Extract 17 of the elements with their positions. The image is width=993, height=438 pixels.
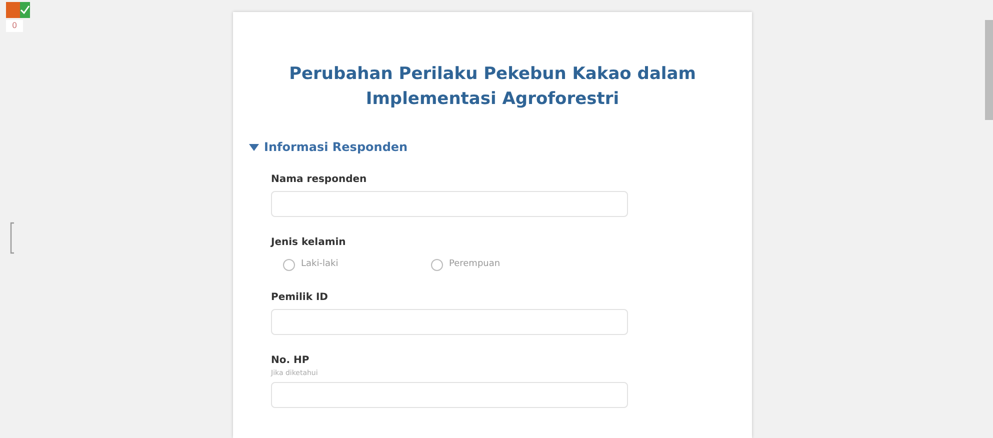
input-field[interactable]: [271, 191, 628, 217]
radio-button[interactable]: [431, 258, 443, 271]
section-header[interactable]: Informasi Responden: [249, 138, 408, 156]
input-field[interactable]: [271, 308, 628, 334]
question-label: Jenis kelamin: [271, 236, 346, 250]
question-label: Pemilik ID: [271, 290, 328, 304]
scrollbar-thumb[interactable]: [985, 20, 993, 120]
input-field[interactable]: [271, 382, 628, 408]
question-label: Nama responden: [271, 173, 367, 187]
radio-option[interactable]: Laki-laki: [283, 258, 431, 272]
count-badge: 0: [6, 20, 24, 32]
app-icon[interactable]: [6, 2, 30, 18]
radio-option[interactable]: Perempuan: [431, 258, 579, 272]
bracket-icon: [10, 222, 15, 254]
question-label: No. HP: [271, 354, 310, 368]
radio-button[interactable]: [283, 258, 295, 271]
form-title: Perubahan Perilaku Pekebun Kakao dalam Implementasi Agroforestri: [288, 63, 697, 111]
